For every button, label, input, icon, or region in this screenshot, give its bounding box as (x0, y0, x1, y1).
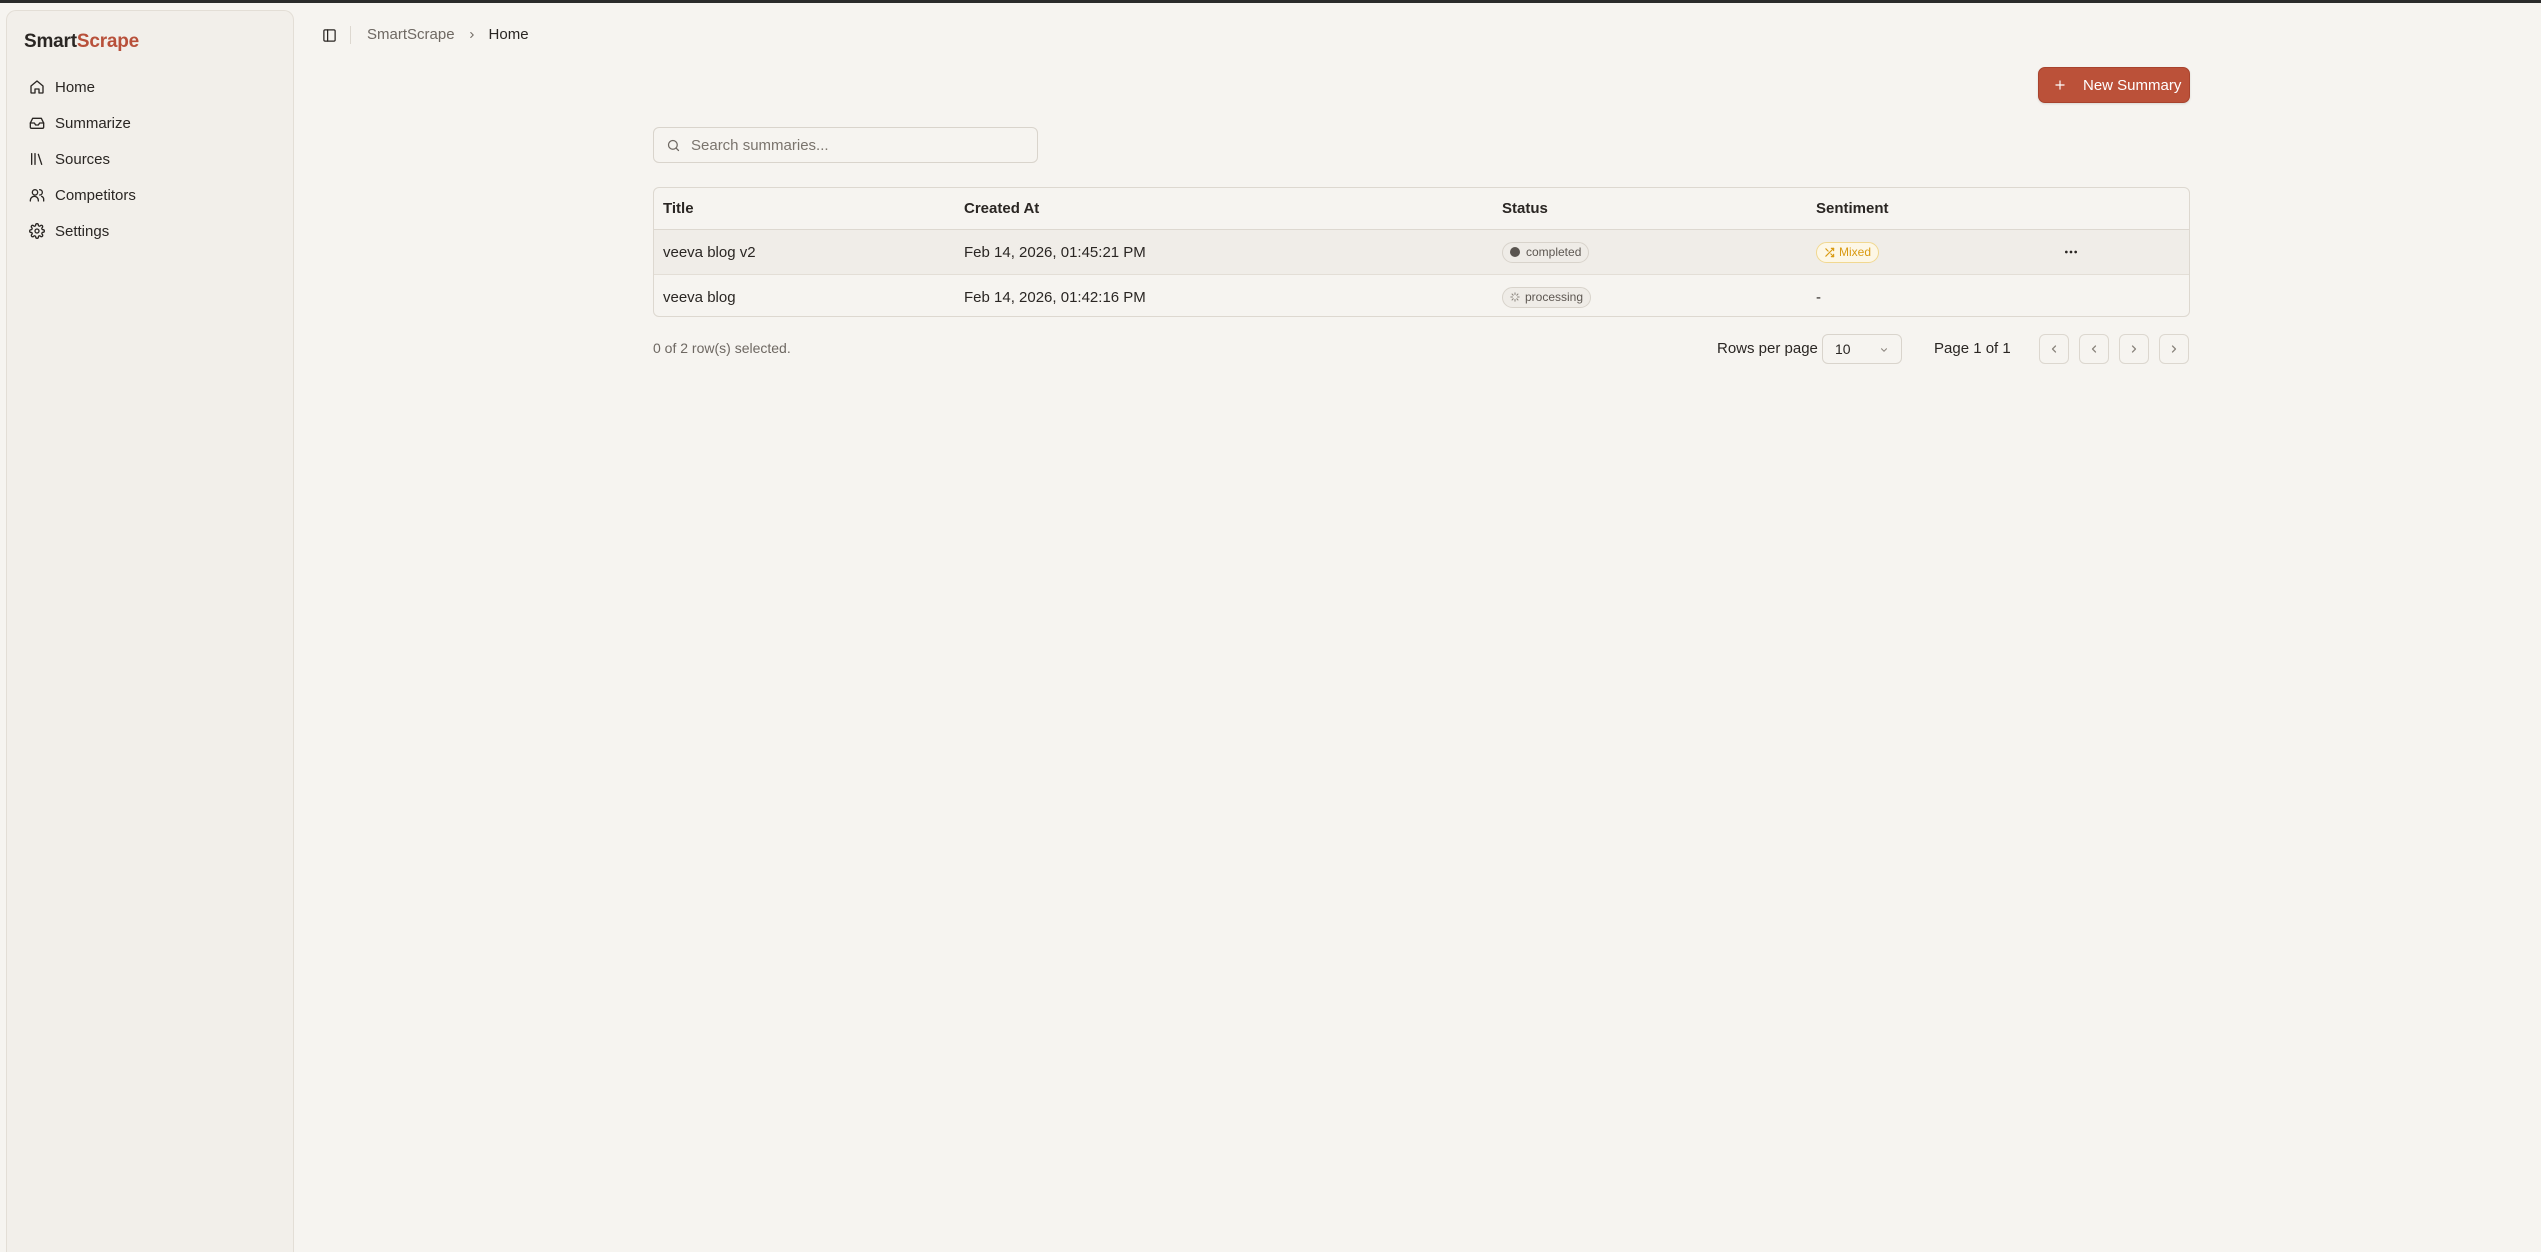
table-header-row: Title Created At Status Sentiment (654, 188, 2189, 230)
rows-per-page-select[interactable]: 10 (1822, 334, 1902, 364)
brand-name-part2: Scrape (76, 31, 140, 52)
sentiment-badge: Mixed (1816, 241, 1880, 263)
status-badge-label: processing (1525, 290, 1584, 304)
loader-icon (1510, 292, 1520, 302)
last-page-button[interactable] (2159, 334, 2189, 364)
search-input[interactable] (691, 136, 1021, 154)
chevrons-left-icon (2051, 345, 2057, 353)
status-dot-icon (1510, 247, 1520, 257)
breadcrumb-current: Home (488, 26, 529, 43)
breadcrumb-root-link[interactable]: SmartScrape (367, 26, 455, 43)
table-row[interactable]: veeva blog v2 Feb 14, 2026, 01:45:21 PM … (654, 230, 2189, 275)
page-indicator: Page 1 of 1 (1934, 340, 2011, 357)
top-header: SmartScrape Home (294, 14, 2541, 56)
row-title[interactable]: veeva blog (663, 275, 736, 316)
gear-icon (29, 223, 45, 239)
previous-page-button[interactable] (2079, 334, 2109, 364)
sentiment-badge-label: Mixed (1839, 245, 1872, 259)
row-sentiment: - (1816, 288, 1821, 306)
chevron-left-icon (2091, 345, 2097, 353)
search-box[interactable] (653, 127, 1038, 163)
library-icon (31, 153, 43, 165)
users-icon (29, 189, 45, 202)
column-header-sentiment[interactable]: Sentiment (1816, 188, 1889, 229)
sidebar: SmartScrape Home Summarize Sources Compe… (6, 10, 294, 1252)
row-status: processing (1502, 275, 1592, 316)
sidebar-toggle-button[interactable] (318, 24, 340, 46)
row-created-at: Feb 14, 2026, 01:45:21 PM (964, 243, 1146, 261)
column-header-status[interactable]: Status (1502, 188, 1548, 229)
sidebar-item-label: Settings (55, 222, 110, 240)
first-page-button[interactable] (2039, 334, 2069, 364)
sidebar-item-settings[interactable]: Settings (15, 213, 287, 249)
chevron-down-icon (1880, 348, 1888, 352)
sidebar-item-label: Sources (55, 150, 111, 168)
panel-left-icon (322, 28, 336, 42)
chevrons-right-icon (2171, 345, 2177, 353)
new-summary-label: New Summary (2083, 76, 2182, 94)
row-status: completed (1502, 230, 1590, 274)
row-title[interactable]: veeva blog v2 (663, 230, 756, 274)
rows-per-page-label: Rows per page (1717, 340, 1818, 357)
search-icon (667, 139, 680, 151)
sidebar-item-sources[interactable]: Sources (15, 141, 287, 177)
sidebar-item-label: Competitors (55, 186, 136, 204)
window-top-border (0, 0, 2541, 3)
inbox-icon (29, 117, 45, 129)
column-header-created-at[interactable]: Created At (964, 188, 1039, 229)
brand-logo[interactable]: SmartScrape (24, 31, 139, 53)
column-header-title[interactable]: Title (663, 188, 694, 229)
shuffle-icon (1825, 247, 1835, 257)
row-actions-button[interactable] (2060, 241, 2082, 263)
new-summary-button[interactable]: New Summary (2038, 67, 2190, 103)
sidebar-item-summarize[interactable]: Summarize (15, 105, 287, 141)
sidebar-nav: Home Summarize Sources Competitors Setti… (15, 69, 287, 249)
status-badge: processing (1502, 286, 1592, 308)
chevron-right-icon (467, 30, 477, 40)
row-actions (2060, 230, 2082, 274)
rows-per-page-value: 10 (1835, 341, 1851, 357)
row-sentiment: Mixed (1816, 230, 1880, 274)
more-horizontal-icon (2065, 250, 2077, 254)
sidebar-item-competitors[interactable]: Competitors (15, 177, 287, 213)
status-badge-label: completed (1526, 245, 1582, 259)
sidebar-item-label: Summarize (55, 114, 131, 132)
breadcrumb: SmartScrape Home (367, 26, 529, 43)
next-page-button[interactable] (2119, 334, 2149, 364)
summaries-table: Title Created At Status Sentiment veeva … (653, 187, 2190, 317)
selection-count: 0 of 2 row(s) selected. (653, 340, 791, 356)
brand-name-part1: Smart (24, 31, 77, 52)
home-icon (30, 80, 44, 94)
header-divider (350, 26, 351, 44)
status-badge: completed (1502, 241, 1590, 263)
chevron-right-icon (2131, 345, 2137, 353)
table-row[interactable]: veeva blog Feb 14, 2026, 01:42:16 PM pro… (654, 275, 2189, 316)
sidebar-item-home[interactable]: Home (15, 69, 287, 105)
plus-icon (2055, 80, 2065, 90)
sidebar-item-label: Home (55, 78, 96, 96)
row-created-at: Feb 14, 2026, 01:42:16 PM (964, 288, 1146, 306)
